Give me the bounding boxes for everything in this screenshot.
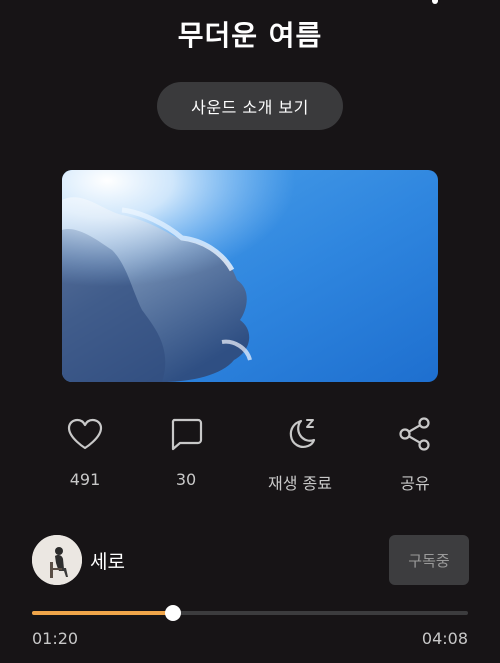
track-title: 무더운 여름 [177, 19, 323, 52]
total-time: 04:08 [421, 629, 468, 648]
progress-fill [32, 611, 173, 615]
share-label: 공유 [400, 474, 430, 493]
like-count: 491 [69, 470, 101, 489]
sleep-timer-label: 재생 종료 [268, 474, 332, 493]
comment-action[interactable]: 30 [131, 414, 241, 489]
comment-icon[interactable] [166, 414, 206, 454]
artist-name[interactable]: 세로 [90, 547, 125, 574]
album-artwork [62, 170, 438, 382]
action-bar: 491 30 재생 종료 공유 [0, 414, 500, 504]
comment-count: 30 [175, 470, 197, 489]
moon-sleep-icon[interactable] [280, 414, 320, 454]
share-action[interactable]: 공유 [360, 414, 470, 494]
sound-intro-button[interactable]: 사운드 소개 보기 [157, 82, 343, 130]
player-screen: 무더운 여름 사운드 소개 보기 491 30 재생 종료 공유 세로 구독중 … [0, 0, 500, 663]
heart-icon[interactable] [65, 414, 105, 454]
subscribe-button[interactable]: 구독중 [389, 535, 469, 585]
progress-knob[interactable] [164, 605, 181, 621]
artist-avatar[interactable] [32, 535, 82, 585]
status-indicator [432, 0, 438, 4]
sleep-timer-action[interactable]: 재생 종료 [245, 414, 355, 494]
current-time: 01:20 [32, 629, 79, 648]
like-action[interactable]: 491 [30, 414, 140, 489]
share-icon[interactable] [395, 414, 435, 454]
progress-bar[interactable] [32, 605, 468, 621]
